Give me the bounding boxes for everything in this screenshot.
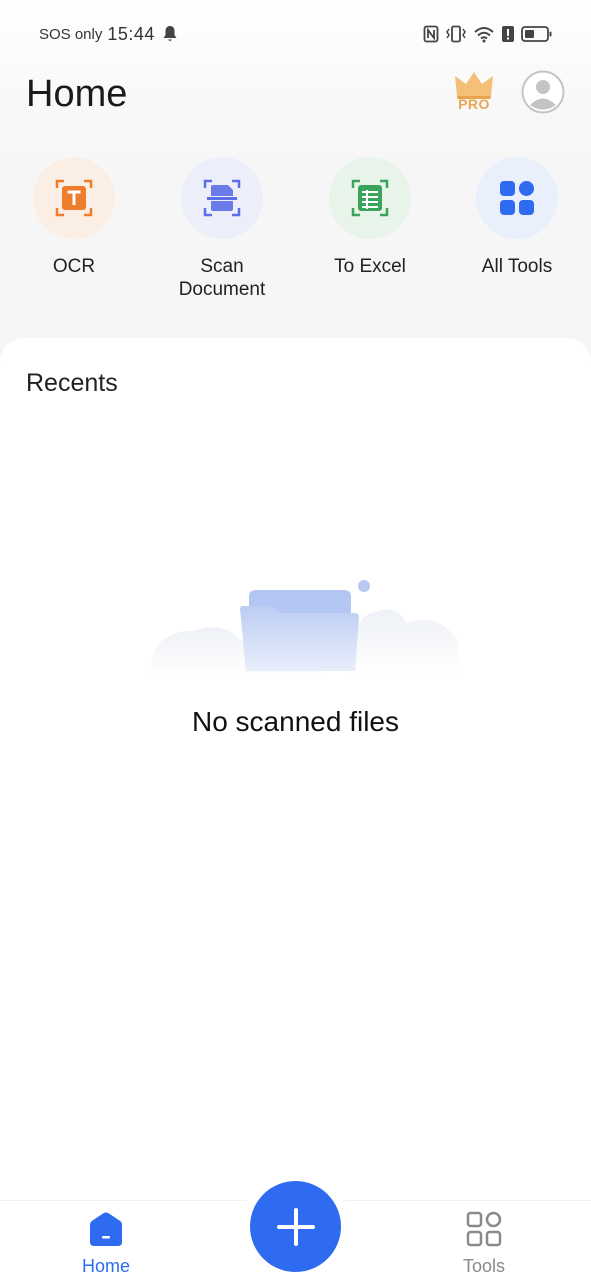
tool-all-tools-circle (476, 157, 558, 239)
nfc-icon (423, 25, 439, 43)
pro-button[interactable]: PRO (453, 70, 495, 114)
tool-ocr-label: OCR (52, 256, 96, 277)
bell-icon (163, 26, 177, 41)
plus-icon (276, 1207, 315, 1246)
add-button[interactable] (250, 1181, 341, 1272)
tool-to-excel-label: To Excel (334, 256, 406, 277)
wifi-icon (474, 27, 494, 43)
recents-card: Recents No scanned files (0, 338, 591, 1200)
ocr-icon (55, 179, 93, 217)
status-bar: SOS only 15:44 (0, 0, 591, 66)
tools-grid-icon (466, 1211, 502, 1247)
tool-to-excel[interactable]: To Excel (296, 157, 444, 278)
nav-home-label: Home (81, 1256, 130, 1276)
carrier-text: SOS only (39, 25, 103, 43)
tool-to-excel-circle (329, 157, 411, 239)
pro-label: PRO (458, 96, 490, 112)
nav-home[interactable]: Home (56, 1211, 156, 1277)
alert-icon (502, 26, 514, 42)
page-title: Home (26, 73, 128, 115)
battery-icon (521, 26, 552, 42)
excel-icon (351, 179, 389, 217)
recents-title: Recents (26, 369, 118, 397)
home-icon (90, 1212, 122, 1246)
clock: 15:44 (107, 23, 155, 44)
nav-tools-label: Tools (462, 1256, 506, 1276)
empty-folder-illustration (150, 580, 460, 675)
tool-scan-document[interactable]: Scan Document (148, 157, 296, 301)
tool-all-tools-label: All Tools (481, 256, 553, 277)
tool-scan-document-circle (181, 157, 263, 239)
all-tools-icon (500, 181, 534, 215)
nav-tools[interactable]: Tools (434, 1211, 534, 1277)
status-right (423, 22, 553, 46)
tool-scan-document-label: Scan Document (178, 256, 266, 300)
empty-state-message: No scanned files (191, 706, 399, 737)
tool-ocr-circle (33, 157, 115, 239)
status-left: SOS only 15:44 (39, 22, 178, 46)
vibrate-icon (446, 25, 466, 43)
scan-document-icon (203, 179, 241, 217)
avatar-button[interactable] (521, 70, 565, 114)
tool-ocr[interactable]: OCR (0, 157, 148, 278)
tool-all-tools[interactable]: All Tools (443, 157, 591, 278)
